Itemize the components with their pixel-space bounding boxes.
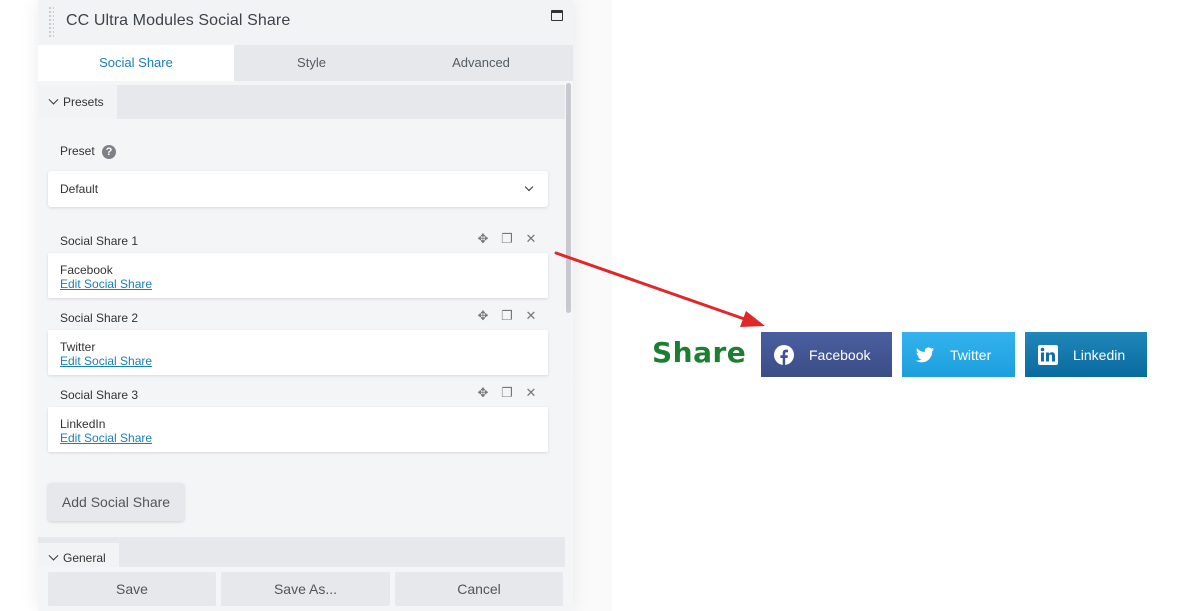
preset-select-value: Default bbox=[60, 182, 99, 196]
facebook-icon bbox=[774, 344, 794, 365]
item-title: Social Share 2 bbox=[60, 311, 139, 325]
social-share-item-header: Social Share 2 ✥ ❐ ✕ bbox=[48, 307, 548, 329]
move-icon[interactable]: ✥ bbox=[476, 309, 490, 323]
add-social-share-button[interactable]: Add Social Share bbox=[48, 483, 184, 521]
save-as-button[interactable]: Save As... bbox=[221, 572, 390, 606]
tab-social-share[interactable]: Social Share bbox=[38, 45, 234, 81]
panel-footer: Save Save As... Cancel bbox=[38, 567, 573, 611]
social-share-item-card: LinkedIn Edit Social Share bbox=[48, 407, 548, 452]
linkedin-share-button[interactable]: Linkedin bbox=[1025, 332, 1147, 377]
edit-social-share-link[interactable]: Edit Social Share bbox=[60, 354, 152, 368]
move-icon[interactable]: ✥ bbox=[476, 386, 490, 400]
maximize-icon[interactable] bbox=[551, 10, 563, 21]
preset-select[interactable]: Default bbox=[48, 171, 548, 207]
twitter-icon bbox=[915, 346, 935, 362]
chevron-down-icon bbox=[524, 182, 534, 192]
move-icon[interactable]: ✥ bbox=[476, 232, 490, 246]
preset-label: Preset bbox=[60, 144, 95, 158]
tab-advanced[interactable]: Advanced bbox=[389, 45, 573, 81]
copy-icon[interactable]: ❐ bbox=[500, 309, 514, 323]
chevron-down-icon bbox=[48, 550, 59, 561]
general-section-bar: General bbox=[38, 537, 565, 573]
close-icon[interactable]: ✕ bbox=[524, 386, 538, 400]
page: CC Ultra Modules Social Share Social Sha… bbox=[0, 0, 1187, 611]
linkedin-icon bbox=[1038, 344, 1058, 365]
item-name: Facebook bbox=[60, 263, 113, 277]
tab-bar: Social Share Style Advanced bbox=[38, 45, 573, 81]
save-button[interactable]: Save bbox=[48, 572, 216, 606]
social-share-item-card: Facebook Edit Social Share bbox=[48, 253, 548, 298]
close-icon[interactable]: ✕ bbox=[524, 232, 538, 246]
presets-section-label: Presets bbox=[63, 95, 104, 109]
panel-header: CC Ultra Modules Social Share bbox=[38, 0, 573, 45]
panel-title: CC Ultra Modules Social Share bbox=[66, 12, 291, 29]
settings-panel: CC Ultra Modules Social Share Social Sha… bbox=[38, 0, 573, 611]
share-heading: Share bbox=[652, 336, 747, 369]
copy-icon[interactable]: ❐ bbox=[500, 232, 514, 246]
social-share-item-header: Social Share 1 ✥ ❐ ✕ bbox=[48, 230, 548, 252]
item-name: LinkedIn bbox=[60, 417, 106, 431]
twitter-label: Twitter bbox=[950, 346, 992, 363]
presets-section-bar: Presets bbox=[38, 85, 565, 119]
cancel-button[interactable]: Cancel bbox=[395, 572, 563, 606]
facebook-label: Facebook bbox=[809, 346, 871, 363]
item-title: Social Share 3 bbox=[60, 388, 139, 402]
edit-social-share-link[interactable]: Edit Social Share bbox=[60, 277, 152, 291]
item-title: Social Share 1 bbox=[60, 234, 139, 248]
linkedin-label: Linkedin bbox=[1073, 346, 1126, 363]
help-icon[interactable]: ? bbox=[102, 145, 116, 159]
social-share-item-header: Social Share 3 ✥ ❐ ✕ bbox=[48, 384, 548, 406]
edit-social-share-link[interactable]: Edit Social Share bbox=[60, 431, 152, 445]
social-share-item-card: Twitter Edit Social Share bbox=[48, 330, 548, 375]
close-icon[interactable]: ✕ bbox=[524, 309, 538, 323]
item-name: Twitter bbox=[60, 340, 96, 354]
drag-handle-icon[interactable] bbox=[48, 6, 54, 38]
annotation-arrow bbox=[554, 251, 765, 327]
facebook-share-button[interactable]: Facebook bbox=[761, 332, 892, 377]
twitter-share-button[interactable]: Twitter bbox=[902, 332, 1015, 377]
presets-section-toggle[interactable]: Presets bbox=[38, 85, 117, 119]
tab-style[interactable]: Style bbox=[234, 45, 389, 81]
copy-icon[interactable]: ❐ bbox=[500, 386, 514, 400]
chevron-down-icon bbox=[48, 94, 59, 105]
